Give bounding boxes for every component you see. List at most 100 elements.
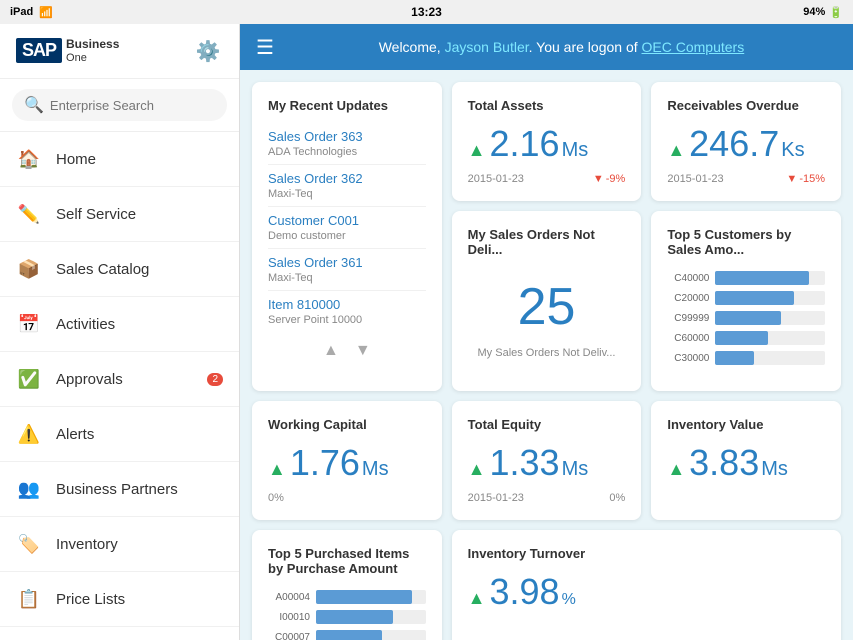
bar-row: C20000	[667, 291, 825, 305]
sidebar-header: SAP Business One ⚙️	[0, 24, 239, 79]
card-total-assets: Total Assets ▲ 2.16Ms 2015-01-23 ▼ -9%	[452, 82, 642, 201]
equity-date: 2015-01-23	[468, 492, 524, 504]
receivables-date: 2015-01-23	[667, 173, 723, 185]
inventory-value-value: ▲ 3.83Ms	[667, 442, 825, 484]
bar-label: C30000	[667, 353, 709, 364]
hamburger-icon[interactable]: ☰	[256, 35, 274, 60]
top-bar: ☰ Welcome, Jayson Butler. You are logon …	[240, 24, 853, 70]
sidebar-item-price-lists[interactable]: 📋 Price Lists	[0, 572, 239, 627]
receivables-number: 246.7	[689, 123, 779, 165]
nav-label-alerts: Alerts	[56, 426, 94, 443]
nav-icon-sales-catalog: 📦	[16, 256, 42, 282]
bar-label: C00007	[268, 632, 310, 640]
bar-track	[715, 311, 825, 325]
sidebar-item-home[interactable]: 🏠 Home	[0, 132, 239, 187]
bar-fill	[715, 311, 781, 325]
bar-track	[316, 590, 426, 604]
sales-orders-count: 25	[468, 267, 626, 347]
nav-icon-home: 🏠	[16, 146, 42, 172]
receivables-arrow: ▲	[667, 140, 685, 161]
recent-updates-title: My Recent Updates	[268, 98, 426, 113]
receivables-title: Receivables Overdue	[667, 98, 825, 113]
top5-customers-title: Top 5 Customers by Sales Amo...	[667, 227, 825, 257]
bar-row: C40000	[667, 271, 825, 285]
bar-fill	[316, 590, 412, 604]
logon-text: . You are logon of	[529, 39, 642, 55]
sidebar-item-self-service[interactable]: ✏️ Self Service	[0, 187, 239, 242]
total-assets-value: ▲ 2.16Ms	[468, 123, 626, 165]
sidebar-item-inventory[interactable]: 🏷️ Inventory	[0, 517, 239, 572]
total-assets-arrow: ▲	[468, 140, 486, 161]
total-assets-number: 2.16	[489, 123, 559, 165]
bar-fill	[715, 351, 753, 365]
sap-business-one: Business One	[66, 37, 119, 65]
update-item: Sales Order 362 Maxi-Teq	[268, 165, 426, 207]
bar-fill	[316, 630, 382, 640]
nav-label-self-service: Self Service	[56, 206, 136, 223]
bar-row: C30000	[667, 351, 825, 365]
sidebar-item-activities[interactable]: 📅 Activities	[0, 297, 239, 352]
update-item: Sales Order 363 ADA Technologies	[268, 123, 426, 165]
bar-label: C99999	[667, 313, 709, 324]
update-sub: Maxi-Teq	[268, 272, 426, 284]
nav-icon-inventory: 🏷️	[16, 531, 42, 557]
sales-orders-label: My Sales Orders Not Deliv...	[468, 347, 626, 359]
bar-label: C60000	[667, 333, 709, 344]
dashboard: My Recent Updates Sales Order 363 ADA Te…	[240, 70, 853, 640]
bar-label: A00004	[268, 592, 310, 603]
badge-approvals: 2	[207, 373, 223, 386]
status-left: iPad 📶	[10, 6, 53, 19]
update-link[interactable]: Sales Order 361	[268, 255, 426, 270]
nav-up-icon[interactable]: ▲	[323, 342, 339, 360]
total-assets-footer: 2015-01-23 ▼ -9%	[468, 173, 626, 185]
bar-track	[316, 630, 426, 640]
nav-label-home: Home	[56, 151, 96, 168]
sap-logo-box: SAP	[16, 38, 62, 63]
sap-logo: SAP Business One	[16, 37, 119, 65]
sidebar-item-alerts[interactable]: ⚠️ Alerts	[0, 407, 239, 462]
bar-fill	[715, 331, 768, 345]
card-top5-purchased: Top 5 Purchased Items by Purchase Amount…	[252, 530, 442, 640]
sales-orders-title: My Sales Orders Not Deli...	[468, 227, 626, 257]
search-input-wrap: 🔍	[12, 89, 227, 121]
update-link[interactable]: Sales Order 363	[268, 129, 426, 144]
nav-down-icon[interactable]: ▼	[355, 342, 371, 360]
sidebar-item-approvals[interactable]: ✅ Approvals 2	[0, 352, 239, 407]
sidebar-item-sales-opportunities[interactable]: 📊 Sales Opportunities	[0, 627, 239, 640]
inv-suffix: Ms	[761, 458, 788, 481]
user-name: Jayson Butler	[445, 39, 529, 55]
sidebar-item-sales-catalog[interactable]: 📦 Sales Catalog	[0, 242, 239, 297]
bar-row: C99999	[667, 311, 825, 325]
update-link[interactable]: Item 810000	[268, 297, 426, 312]
receivables-footer: 2015-01-23 ▼ -15%	[667, 173, 825, 185]
bar-label: C40000	[667, 273, 709, 284]
total-assets-suffix: Ms	[562, 139, 589, 162]
sidebar-item-business-partners[interactable]: 👥 Business Partners	[0, 462, 239, 517]
main-content: ☰ Welcome, Jayson Butler. You are logon …	[240, 24, 853, 640]
status-right: 94% 🔋	[803, 6, 843, 19]
update-link[interactable]: Customer C001	[268, 213, 426, 228]
settings-button[interactable]: ⚙️	[193, 36, 223, 66]
working-capital-value: ▲ 1.76Ms	[268, 442, 426, 484]
update-sub: Demo customer	[268, 230, 426, 242]
receivables-suffix: Ks	[781, 139, 804, 162]
receivables-value: ▲ 246.7Ks	[667, 123, 825, 165]
bar-track	[715, 331, 825, 345]
sidebar: SAP Business One ⚙️ 🔍 🏠 Home ✏️ Self Ser…	[0, 24, 240, 640]
turnover-arrow: ▲	[468, 588, 486, 609]
wc-footer-text: 0%	[268, 492, 284, 504]
bar-label: I00010	[268, 612, 310, 623]
bar-row: I00010	[268, 610, 426, 624]
nav-label-business-partners: Business Partners	[56, 481, 178, 498]
equity-footer-text: 0%	[609, 492, 625, 504]
search-input[interactable]	[50, 98, 215, 113]
inv-arrow: ▲	[667, 459, 685, 480]
battery-label: 94%	[803, 6, 825, 18]
total-equity-value: ▲ 1.33Ms	[468, 442, 626, 484]
inv-turnover-value: ▲ 3.98%	[468, 571, 825, 613]
wc-number: 1.76	[290, 442, 360, 484]
equity-footer: 2015-01-23 0%	[468, 492, 626, 504]
update-link[interactable]: Sales Order 362	[268, 171, 426, 186]
nav-list: 🏠 Home ✏️ Self Service 📦 Sales Catalog 📅…	[0, 132, 239, 640]
wifi-icon: 📶	[39, 6, 53, 19]
